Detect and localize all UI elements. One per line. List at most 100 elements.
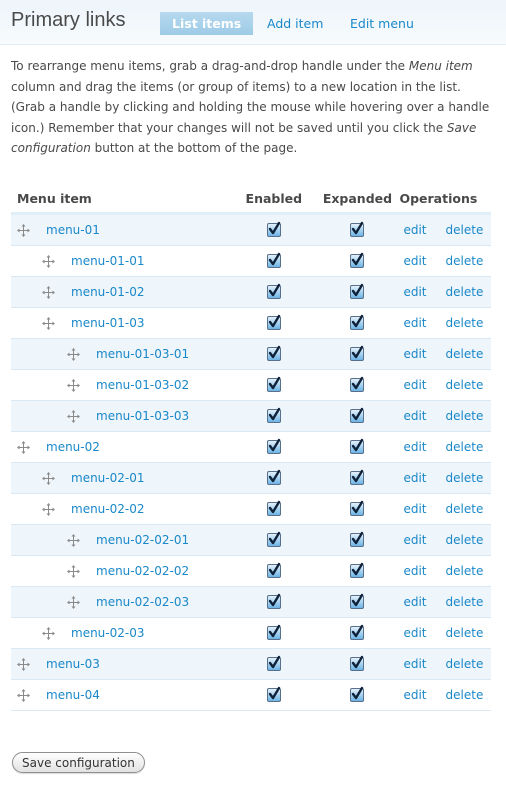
delete-link[interactable]: delete [446,378,484,392]
menu-item-link[interactable]: menu-01-03-02 [96,378,189,392]
expanded-checkbox[interactable] [350,408,365,424]
expanded-checkbox[interactable] [350,470,365,486]
expanded-checkbox[interactable] [350,253,365,269]
delete-link[interactable]: delete [446,440,484,454]
expanded-checkbox[interactable] [350,594,365,610]
delete-link[interactable]: delete [446,595,484,609]
enabled-checkbox[interactable] [266,594,281,610]
edit-link[interactable]: edit [403,440,426,454]
drag-handle-icon[interactable] [17,689,30,702]
drag-handle-icon[interactable] [42,503,55,516]
delete-link[interactable]: delete [446,316,484,330]
table-row[interactable]: menu-02-03 edit delete [11,617,491,649]
table-row[interactable]: menu-02 edit delete [11,431,491,463]
menu-item-link[interactable]: menu-02-02-03 [96,595,189,609]
delete-link[interactable]: delete [446,533,484,547]
enabled-checkbox[interactable] [266,439,281,455]
enabled-checkbox[interactable] [266,687,281,703]
expanded-checkbox[interactable] [350,377,365,393]
expanded-checkbox[interactable] [350,532,365,548]
enabled-checkbox[interactable] [266,625,281,641]
delete-link[interactable]: delete [446,657,484,671]
delete-link[interactable]: delete [446,471,484,485]
edit-link[interactable]: edit [403,285,426,299]
enabled-checkbox[interactable] [266,408,281,424]
menu-item-link[interactable]: menu-01-03-03 [96,409,189,423]
delete-link[interactable]: delete [446,285,484,299]
enabled-checkbox[interactable] [266,470,281,486]
expanded-checkbox[interactable] [350,346,365,362]
drag-handle-icon[interactable] [17,224,30,237]
edit-link[interactable]: edit [403,657,426,671]
enabled-checkbox[interactable] [266,656,281,672]
delete-link[interactable]: delete [446,626,484,640]
delete-link[interactable]: delete [446,688,484,702]
edit-link[interactable]: edit [403,316,426,330]
table-row[interactable]: menu-01-03-03 edit delete [11,400,491,432]
enabled-checkbox[interactable] [266,346,281,362]
drag-handle-icon[interactable] [42,472,55,485]
table-row[interactable]: menu-02-02 edit delete [11,493,491,525]
drag-handle-icon[interactable] [42,255,55,268]
menu-item-link[interactable]: menu-03 [46,657,100,671]
edit-link[interactable]: edit [403,471,426,485]
table-row[interactable]: menu-02-02-01 edit delete [11,524,491,556]
expanded-checkbox[interactable] [350,656,365,672]
delete-link[interactable]: delete [446,254,484,268]
delete-link[interactable]: delete [446,409,484,423]
table-row[interactable]: menu-01-03-02 edit delete [11,369,491,401]
expanded-checkbox[interactable] [350,439,365,455]
delete-link[interactable]: delete [446,564,484,578]
drag-handle-icon[interactable] [67,348,80,361]
table-row[interactable]: menu-01-03-01 edit delete [11,338,491,370]
table-row[interactable]: menu-01-02 edit delete [11,276,491,308]
expanded-checkbox[interactable] [350,501,365,517]
drag-handle-icon[interactable] [42,317,55,330]
table-row[interactable]: menu-01 edit delete [11,213,491,246]
drag-handle-icon[interactable] [67,534,80,547]
enabled-checkbox[interactable] [266,222,281,238]
table-row[interactable]: menu-02-01 edit delete [11,462,491,494]
table-row[interactable]: menu-04 edit delete [11,679,491,711]
enabled-checkbox[interactable] [266,377,281,393]
expanded-checkbox[interactable] [350,222,365,238]
enabled-checkbox[interactable] [266,501,281,517]
edit-link[interactable]: edit [403,533,426,547]
edit-link[interactable]: edit [403,254,426,268]
drag-handle-icon[interactable] [67,410,80,423]
tab-list-items[interactable]: List items [160,12,254,35]
table-row[interactable]: menu-01-01 edit delete [11,245,491,277]
table-row[interactable]: menu-02-02-03 edit delete [11,586,491,618]
drag-handle-icon[interactable] [42,627,55,640]
drag-handle-icon[interactable] [67,565,80,578]
menu-item-link[interactable]: menu-01-02 [71,285,144,299]
enabled-checkbox[interactable] [266,315,281,331]
table-row[interactable]: menu-02-02-02 edit delete [11,555,491,587]
table-row[interactable]: menu-01-03 edit delete [11,307,491,339]
delete-link[interactable]: delete [446,347,484,361]
menu-item-link[interactable]: menu-02-02-02 [96,564,189,578]
menu-item-link[interactable]: menu-01-01 [71,254,144,268]
edit-link[interactable]: edit [403,502,426,516]
menu-item-link[interactable]: menu-02-03 [71,626,144,640]
edit-link[interactable]: edit [403,595,426,609]
save-configuration-button[interactable]: Save configuration [12,752,145,773]
delete-link[interactable]: delete [446,223,484,237]
expanded-checkbox[interactable] [350,625,365,641]
menu-item-link[interactable]: menu-01-03-01 [96,347,189,361]
tab-add-item[interactable]: Add item [267,12,323,35]
menu-item-link[interactable]: menu-02-01 [71,471,144,485]
enabled-checkbox[interactable] [266,563,281,579]
enabled-checkbox[interactable] [266,253,281,269]
edit-link[interactable]: edit [403,223,426,237]
enabled-checkbox[interactable] [266,532,281,548]
table-row[interactable]: menu-03 edit delete [11,648,491,680]
enabled-checkbox[interactable] [266,284,281,300]
drag-handle-icon[interactable] [17,441,30,454]
edit-link[interactable]: edit [403,564,426,578]
menu-item-link[interactable]: menu-02-02-01 [96,533,189,547]
drag-handle-icon[interactable] [67,379,80,392]
edit-link[interactable]: edit [403,347,426,361]
drag-handle-icon[interactable] [42,286,55,299]
delete-link[interactable]: delete [446,502,484,516]
